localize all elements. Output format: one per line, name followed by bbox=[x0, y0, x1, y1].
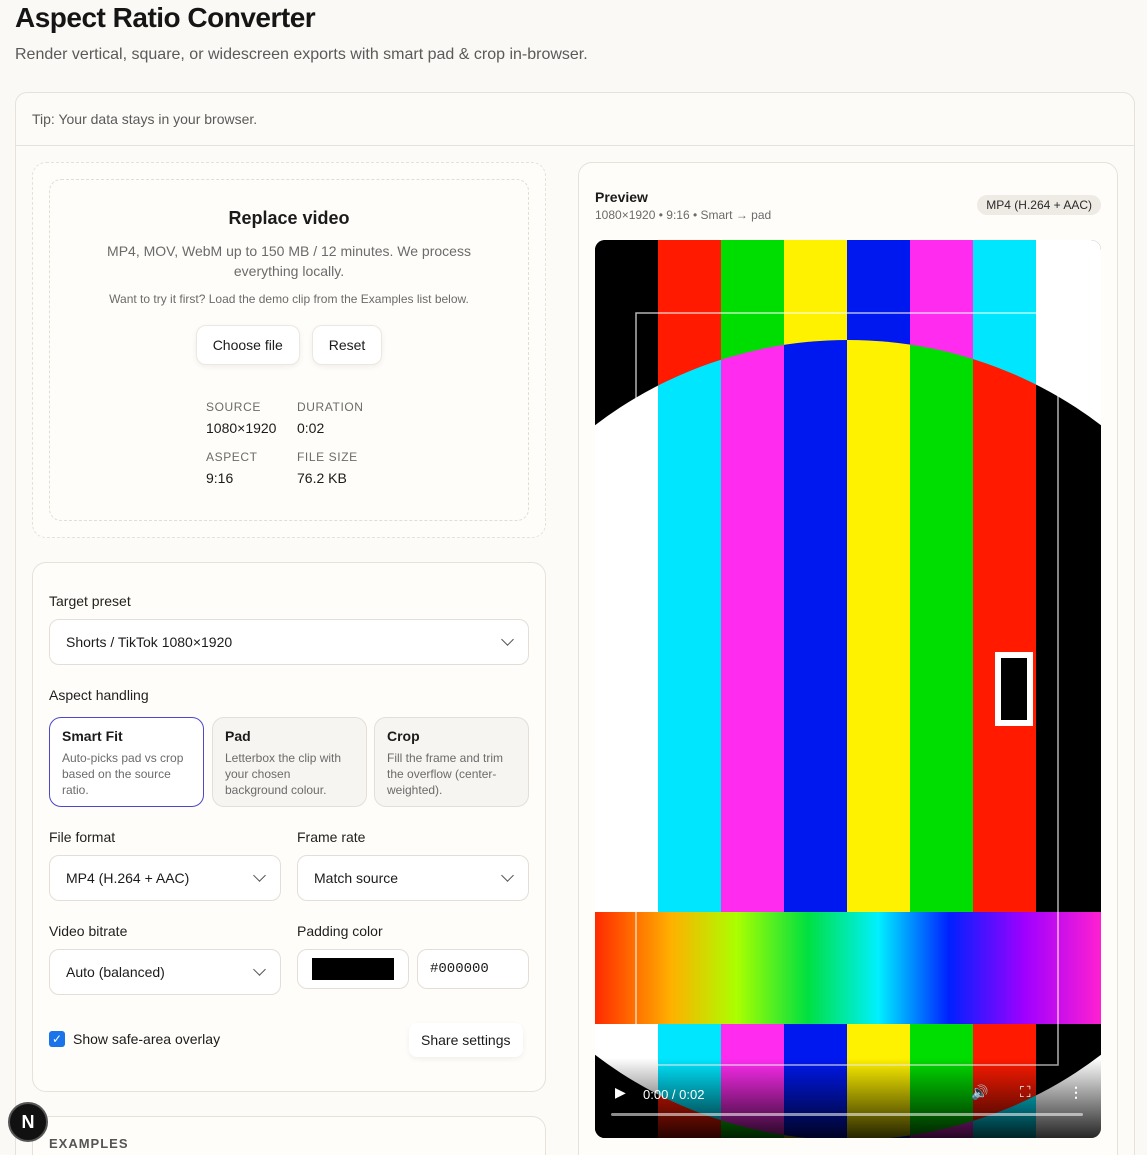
file-format-value: MP4 (H.264 + AAC) bbox=[66, 870, 190, 886]
upload-heading: Replace video bbox=[228, 208, 350, 228]
preview-subtitle: 1080×1920 • 9:16 • Smart → pad bbox=[595, 208, 772, 222]
chevron-down-icon bbox=[253, 963, 266, 976]
dev-tools-badge[interactable]: N bbox=[8, 1102, 48, 1142]
file-size-value: 76.2 KB bbox=[297, 470, 347, 486]
padding-hex-input[interactable]: #000000 bbox=[417, 949, 529, 989]
format-badge: MP4 (H.264 + AAC) bbox=[977, 195, 1101, 215]
file-format-select[interactable]: MP4 (H.264 + AAC) bbox=[49, 855, 281, 901]
frame-rate-label: Frame rate bbox=[297, 829, 366, 845]
source-metadata: SOURCE 1080×1920 DURATION 0:02 ASPECT 9:16 … bbox=[206, 400, 397, 486]
upload-description: MP4, MOV, WebM up to 150 MB / 12 minutes… bbox=[107, 243, 471, 279]
upload-dropzone[interactable]: Replace video MP4, MOV, WebM up to 150 M… bbox=[49, 179, 529, 521]
play-icon[interactable]: ▶ bbox=[615, 1084, 626, 1101]
choose-file-button[interactable]: Choose file bbox=[195, 325, 300, 365]
color-swatch bbox=[312, 958, 394, 980]
preview-card: Preview 1080×1920 • 9:16 • Smart → pad M… bbox=[578, 162, 1118, 1155]
video-frame bbox=[595, 240, 1101, 1138]
source-value: 1080×1920 bbox=[206, 420, 277, 436]
target-preset-label: Target preset bbox=[49, 593, 131, 609]
share-settings-button[interactable]: Share settings bbox=[409, 1023, 523, 1057]
option-crop[interactable]: Crop Fill the frame and trim the overflo… bbox=[374, 717, 529, 807]
upload-card: Replace video MP4, MOV, WebM up to 150 M… bbox=[32, 162, 546, 538]
examples-card: EXAMPLES bbox=[32, 1116, 546, 1155]
frame-rate-select[interactable]: Match source bbox=[297, 855, 529, 901]
page-subtitle: Render vertical, square, or widescreen e… bbox=[15, 46, 588, 63]
aspect-key: ASPECT bbox=[206, 450, 258, 464]
padding-color-label: Padding color bbox=[297, 923, 383, 939]
chevron-down-icon bbox=[501, 633, 514, 646]
more-icon[interactable]: ⋮ bbox=[1069, 1084, 1083, 1101]
time-readout: 0:00 / 0:02 bbox=[643, 1087, 705, 1102]
reset-button[interactable]: Reset bbox=[311, 325, 383, 365]
option-description: Fill the frame and trim the overflow (ce… bbox=[387, 751, 504, 797]
target-preset-value: Shorts / TikTok 1080×1920 bbox=[66, 634, 233, 650]
option-description: Letterbox the clip with your chosen back… bbox=[225, 751, 342, 797]
target-preset-select[interactable]: Shorts / TikTok 1080×1920 bbox=[49, 619, 529, 665]
checkmark-icon[interactable]: ✓ bbox=[49, 1031, 65, 1047]
option-description: Auto-picks pad vs crop based on the sour… bbox=[62, 751, 184, 797]
option-title: Pad bbox=[225, 728, 251, 744]
file-format-label: File format bbox=[49, 829, 116, 845]
option-title: Crop bbox=[387, 728, 420, 744]
duration-value: 0:02 bbox=[297, 420, 325, 436]
file-size-key: FILE SIZE bbox=[297, 450, 358, 464]
preview-title: Preview bbox=[595, 189, 648, 205]
volume-icon[interactable]: 🔊 bbox=[971, 1084, 988, 1101]
tip-banner: Tip: Your data stays in your browser. bbox=[16, 93, 1134, 146]
fullscreen-icon[interactable]: ⛶ bbox=[1020, 1084, 1031, 1101]
page-title: Aspect Ratio Converter bbox=[15, 2, 316, 33]
video-bitrate-select[interactable]: Auto (balanced) bbox=[49, 949, 281, 995]
aspect-handling-label: Aspect handling bbox=[49, 687, 149, 703]
safe-area-checkbox[interactable]: ✓ Show safe-area overlay bbox=[49, 1031, 220, 1047]
chevron-down-icon bbox=[501, 869, 514, 882]
option-smart-fit[interactable]: Smart Fit Auto-picks pad vs crop based o… bbox=[49, 717, 204, 807]
video-bitrate-label: Video bitrate bbox=[49, 923, 128, 939]
option-pad[interactable]: Pad Letterbox the clip with your chosen … bbox=[212, 717, 367, 807]
video-controls: ▶ 0:00 / 0:02 🔊 ⛶ ⋮ bbox=[595, 1058, 1101, 1138]
settings-card: Target preset Shorts / TikTok 1080×1920 … bbox=[32, 562, 546, 1092]
video-player[interactable]: ▶ 0:00 / 0:02 🔊 ⛶ ⋮ bbox=[595, 240, 1101, 1138]
upload-hint: Want to try it first? Load the demo clip… bbox=[109, 292, 469, 306]
padding-color-picker[interactable] bbox=[297, 949, 409, 989]
video-bitrate-value: Auto (balanced) bbox=[66, 964, 165, 980]
examples-heading: EXAMPLES bbox=[49, 1136, 129, 1151]
safe-area-label: Show safe-area overlay bbox=[73, 1031, 221, 1047]
aspect-value: 9:16 bbox=[206, 470, 234, 486]
chevron-down-icon bbox=[253, 869, 266, 882]
progress-bar[interactable] bbox=[611, 1113, 1083, 1116]
duration-key: DURATION bbox=[297, 400, 364, 414]
option-title: Smart Fit bbox=[62, 728, 123, 744]
source-key: SOURCE bbox=[206, 400, 261, 414]
frame-rate-value: Match source bbox=[314, 870, 399, 886]
